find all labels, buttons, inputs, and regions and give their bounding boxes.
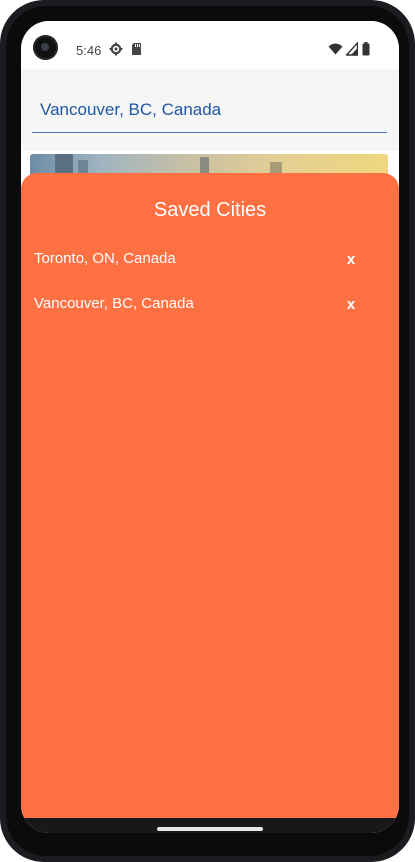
status-bar: 5:46: [21, 21, 399, 69]
search-area: [21, 69, 399, 151]
wifi-icon: [328, 43, 343, 55]
remove-city-button[interactable]: x: [339, 247, 363, 271]
saved-cities-sheet: Saved Cities Toronto, ON, Canada x Vanco…: [21, 173, 399, 823]
saved-city-label[interactable]: Toronto, ON, Canada: [34, 250, 176, 267]
camera-lens-icon: [33, 35, 58, 60]
phone-screen: 5:46 Vancouver, BC, Canada Saved Cities …: [21, 21, 399, 833]
home-indicator[interactable]: [157, 827, 263, 831]
sheet-title: Saved Cities: [153, 199, 267, 221]
signal-icon: [346, 42, 358, 56]
sdcard-icon: [132, 43, 141, 55]
city-search-input[interactable]: [32, 87, 387, 133]
gear-icon: [109, 42, 123, 56]
saved-city-label[interactable]: Vancouver, BC, Canada: [34, 295, 194, 312]
battery-icon: [362, 42, 370, 56]
device-frame: 5:46 Vancouver, BC, Canada Saved Cities …: [0, 0, 415, 862]
status-time: 5:46: [76, 43, 102, 58]
saved-city-row[interactable]: Toronto, ON, Canada x: [21, 239, 399, 279]
remove-city-button[interactable]: x: [339, 292, 363, 316]
saved-city-row[interactable]: Vancouver, BC, Canada x: [21, 284, 399, 324]
